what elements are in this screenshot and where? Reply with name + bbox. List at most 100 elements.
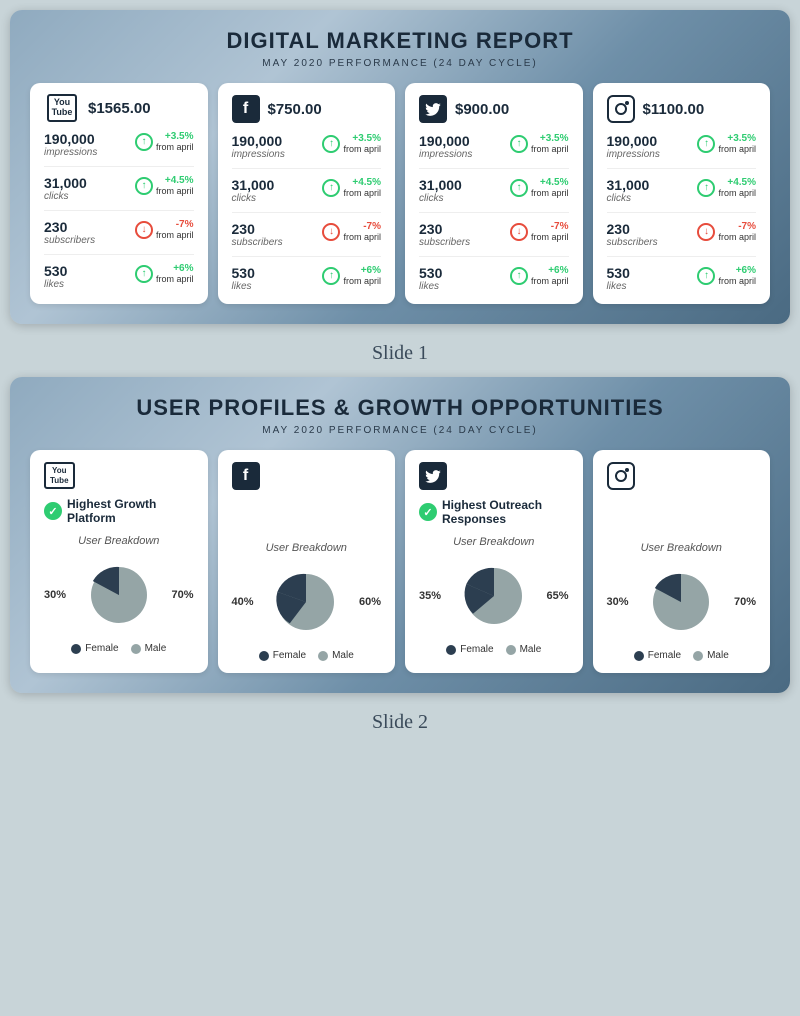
twitter-clicks: 31,000 clicks ↑ +4.5% from april: [419, 177, 569, 213]
female-dot: [71, 644, 81, 654]
slide-1-subtitle: MAY 2020 PERFORMANCE (24 DAY CYCLE): [30, 58, 770, 69]
slide-1-label: Slide 1: [10, 342, 790, 365]
youtube-price: $1565.00: [88, 100, 151, 117]
arrow-up-icon: ↑: [135, 133, 153, 151]
twitter-pie-chart: [459, 561, 529, 631]
youtube-card-header: You Tube $1565.00: [44, 95, 194, 121]
arrow-up-icon: ↑: [135, 177, 153, 195]
instagram-subscribers: 230 subscribers ↓ -7% from april: [607, 221, 757, 257]
slide-2-label: Slide 2: [10, 711, 790, 734]
arrow-down-icon: ↓: [697, 223, 715, 241]
youtube-card-s2: YouTube ✓ Highest Growth Platform User B…: [30, 450, 208, 673]
youtube-badge: ✓ Highest Growth Platform: [44, 497, 194, 525]
twitter-legend: Female Male: [419, 644, 569, 655]
instagram-card: $1100.00 190,000 impressions ↑ +3.5% fro…: [593, 83, 771, 304]
check-circle-icon: ✓: [419, 503, 437, 521]
facebook-subscribers: 230 subscribers ↓ -7% from april: [232, 221, 382, 257]
facebook-s2-icon: f: [232, 462, 260, 490]
arrow-down-icon: ↓: [510, 223, 528, 241]
youtube-legend: Female Male: [44, 643, 194, 654]
twitter-s2-icon: [419, 462, 447, 490]
facebook-card-header: f $750.00: [232, 95, 382, 123]
twitter-impressions: 190,000 impressions ↑ +3.5% from april: [419, 133, 569, 169]
youtube-female-pct: 30%: [44, 589, 66, 601]
facebook-male-pct: 60%: [359, 596, 381, 608]
female-legend: Female: [259, 650, 306, 661]
twitter-likes: 530 likes ↑ +6% from april: [419, 265, 569, 292]
facebook-pie-chart: [271, 567, 341, 637]
youtube-s2-icon: YouTube: [44, 462, 75, 489]
twitter-price: $900.00: [455, 101, 509, 118]
slide-2: USER PROFILES & GROWTH OPPORTUNITIES MAY…: [10, 377, 790, 693]
male-legend: Male: [131, 643, 167, 654]
instagram-male-pct: 70%: [734, 596, 756, 608]
male-dot: [693, 651, 703, 661]
facebook-impressions: 190,000 impressions ↑ +3.5% from april: [232, 133, 382, 169]
arrow-up-icon: ↑: [322, 135, 340, 153]
youtube-impressions: 190,000 impressions ↑ +3.5% from april: [44, 131, 194, 167]
male-legend: Male: [318, 650, 354, 661]
facebook-likes: 530 likes ↑ +6% from april: [232, 265, 382, 292]
facebook-icon: f: [232, 95, 260, 123]
male-dot: [131, 644, 141, 654]
instagram-female-pct: 30%: [607, 596, 629, 608]
twitter-subscribers: 230 subscribers ↓ -7% from april: [419, 221, 569, 257]
twitter-card-header: $900.00: [419, 95, 569, 123]
facebook-pie: 40% 60%: [232, 562, 382, 642]
facebook-female-pct: 40%: [232, 596, 254, 608]
check-circle-icon: ✓: [44, 502, 62, 520]
facebook-card-s2: f User Breakdown 40% 60%: [218, 450, 396, 673]
male-dot: [506, 645, 516, 655]
twitter-female-pct: 35%: [419, 590, 441, 602]
instagram-impressions: 190,000 impressions ↑ +3.5% from april: [607, 133, 757, 169]
facebook-price: $750.00: [268, 101, 322, 118]
arrow-up-icon: ↑: [135, 265, 153, 283]
twitter-pie: 35% 65%: [419, 556, 569, 636]
arrow-up-icon: ↑: [697, 179, 715, 197]
facebook-s2-header: f: [232, 462, 382, 490]
arrow-up-icon: ↑: [510, 179, 528, 197]
youtube-pie-chart: [84, 560, 154, 630]
instagram-card-s2: User Breakdown 30% 70% Female: [593, 450, 771, 673]
instagram-pie-chart: [646, 567, 716, 637]
twitter-breakdown-label: User Breakdown: [419, 536, 569, 548]
instagram-pie: 30% 70%: [607, 562, 757, 642]
female-legend: Female: [634, 650, 681, 661]
youtube-s2-header: YouTube: [44, 462, 194, 489]
instagram-badge-spacer: [607, 496, 757, 532]
arrow-up-icon: ↑: [510, 267, 528, 285]
slide-1-title: DIGITAL MARKETING REPORT: [30, 28, 770, 54]
youtube-pie: 30% 70%: [44, 555, 194, 635]
arrow-up-icon: ↑: [322, 179, 340, 197]
instagram-price: $1100.00: [643, 101, 705, 118]
instagram-likes: 530 likes ↑ +6% from april: [607, 265, 757, 292]
female-legend: Female: [71, 643, 118, 654]
instagram-card-header: $1100.00: [607, 95, 757, 123]
instagram-icon: [607, 95, 635, 123]
youtube-subscribers: 230 subscribers ↓ -7% from april: [44, 219, 194, 255]
twitter-male-pct: 65%: [546, 590, 568, 602]
female-dot: [446, 645, 456, 655]
facebook-card: f $750.00 190,000 impressions ↑ +3.5% fr…: [218, 83, 396, 304]
twitter-icon: [419, 95, 447, 123]
youtube-card: You Tube $1565.00 190,000 impressions ↑: [30, 83, 208, 304]
youtube-breakdown-label: User Breakdown: [44, 535, 194, 547]
facebook-badge-spacer: [232, 496, 382, 532]
youtube-clicks: 31,000 clicks ↑ +4.5% from april: [44, 175, 194, 211]
slide-1-cards: You Tube $1565.00 190,000 impressions ↑: [30, 83, 770, 304]
slide-1: DIGITAL MARKETING REPORT MAY 2020 PERFOR…: [10, 10, 790, 324]
facebook-legend: Female Male: [232, 650, 382, 661]
twitter-badge: ✓ Highest Outreach Responses: [419, 498, 569, 526]
slide-2-subtitle: MAY 2020 PERFORMANCE (24 DAY CYCLE): [30, 425, 770, 436]
male-legend: Male: [506, 644, 542, 655]
arrow-up-icon: ↑: [322, 267, 340, 285]
arrow-down-icon: ↓: [135, 221, 153, 239]
arrow-up-icon: ↑: [510, 135, 528, 153]
youtube-likes: 530 likes ↑ +6% from april: [44, 263, 194, 290]
twitter-s2-header: [419, 462, 569, 490]
instagram-s2-header: [607, 462, 757, 490]
youtube-male-pct: 70%: [171, 589, 193, 601]
instagram-clicks: 31,000 clicks ↑ +4.5% from april: [607, 177, 757, 213]
slide-2-title: USER PROFILES & GROWTH OPPORTUNITIES: [30, 395, 770, 421]
arrow-up-icon: ↑: [697, 267, 715, 285]
